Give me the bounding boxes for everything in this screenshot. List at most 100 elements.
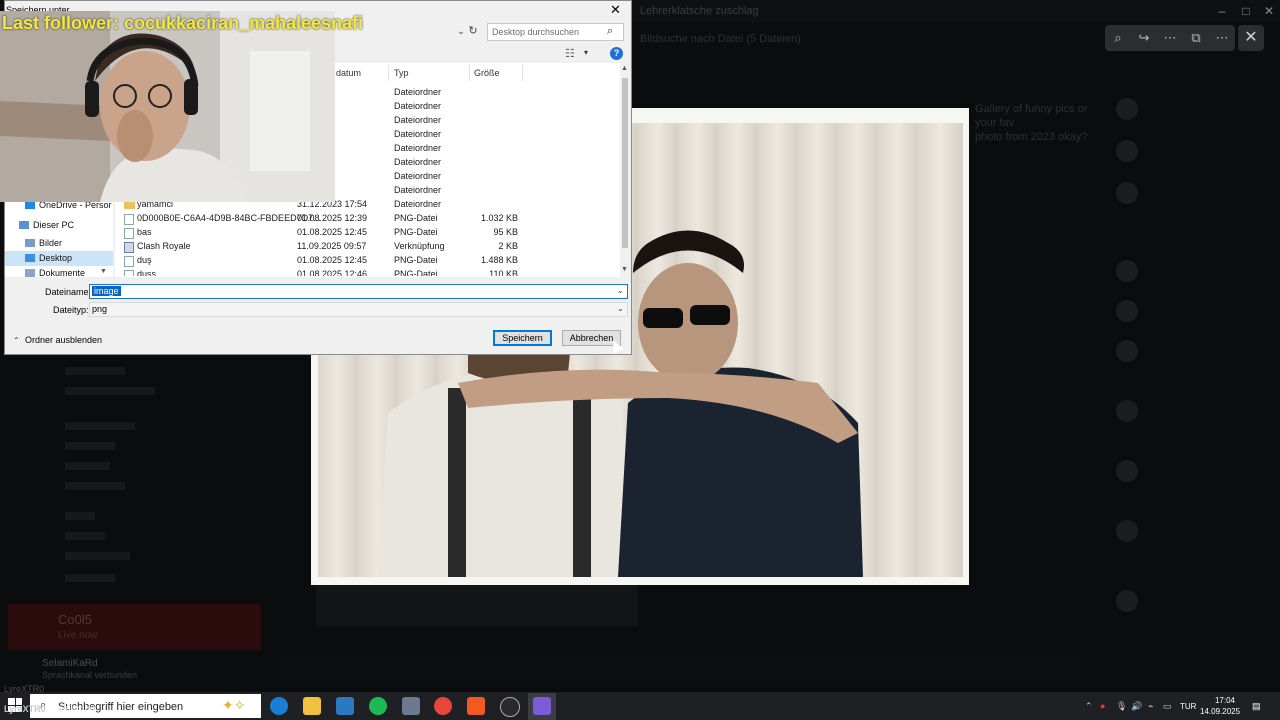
file-size: 95 KB <box>493 227 518 237</box>
background-chat-text: Gallery of funny pics or your fav photo … <box>975 102 1095 144</box>
overlay-greeting: selamlar <box>58 704 96 715</box>
obs-icon[interactable] <box>500 697 520 717</box>
column-header-type[interactable]: Typ <box>394 68 409 78</box>
overlay-username: LyreXTR0 <box>4 684 45 694</box>
nav-item-label: Desktop <box>39 253 73 263</box>
search-placeholder: Desktop durchsuchen <box>492 27 580 37</box>
filename-input[interactable] <box>89 284 628 299</box>
nav-item-pc[interactable]: Dieser PC <box>5 218 113 233</box>
scrollbar-thumb[interactable] <box>622 78 628 248</box>
nav-item-documents[interactable]: Dokumente <box>5 266 113 277</box>
shortcut-icon <box>124 242 134 253</box>
channel-placeholder <box>65 532 105 540</box>
brave-icon[interactable] <box>467 697 485 715</box>
view-options-icon[interactable]: ☷ <box>565 47 575 60</box>
column-header-date[interactable]: datum <box>336 68 361 78</box>
file-row[interactable]: bas 01.08.2025 12:45 PNG-Datei 95 KB <box>115 226 620 240</box>
file-row[interactable]: Clash Royale 11.09.2025 09:57 Verknüpfung 2… <box>115 240 620 254</box>
microphone-icon[interactable]: 🎙 <box>1116 701 1127 712</box>
network-icon[interactable]: ⌁ <box>1148 701 1153 712</box>
file-type: Dateiordner <box>394 101 442 111</box>
column-divider[interactable] <box>522 65 523 81</box>
desktop-icon <box>25 254 35 262</box>
file-type: Dateiordner <box>394 157 442 167</box>
help-icon[interactable]: ? <box>610 47 623 60</box>
filename-value[interactable]: image <box>92 286 121 296</box>
file-date: 01.08.2025 12:46 <box>297 269 368 276</box>
filetype-value[interactable]: png <box>92 304 107 314</box>
chevron-up-icon[interactable]: ⌃ <box>13 336 20 345</box>
filename-dropdown-icon[interactable]: ⌄ <box>617 286 624 295</box>
column-divider[interactable] <box>469 65 470 81</box>
file-row[interactable]: duss 01.08.2025 12:46 PNG-Datei 110 KB <box>115 268 620 276</box>
last-follower-text: Last follower: cocukkaciran_mahaleesnafi <box>2 13 364 33</box>
filetype-select[interactable] <box>89 302 628 317</box>
edge-icon[interactable] <box>270 697 288 715</box>
message-input-bar[interactable] <box>280 656 1080 680</box>
channel-placeholder <box>65 367 125 375</box>
close-viewer-button[interactable]: ✕ <box>1238 25 1264 51</box>
clock-date[interactable]: 14.09.2025 <box>1200 707 1240 716</box>
save-button[interactable]: Speichern <box>493 330 552 346</box>
sparkle-icon[interactable]: ✦✧ <box>222 697 245 714</box>
clock-time[interactable]: 17:04 <box>1205 696 1245 705</box>
filetype-dropdown-icon[interactable]: ⌄ <box>617 304 624 313</box>
column-divider[interactable] <box>388 65 389 81</box>
file-type: Dateiordner <box>394 143 442 153</box>
nav-scroll-down-icon[interactable]: ▼ <box>100 268 107 275</box>
more-horizontal-icon[interactable]: ⋯ <box>1161 30 1179 46</box>
file-type: PNG-Datei <box>394 227 438 237</box>
file-type: Verknüpfung <box>394 241 445 251</box>
background-panel <box>316 584 638 626</box>
file-size: 110 KB <box>489 269 518 276</box>
column-header-size[interactable]: Größe <box>474 68 500 78</box>
minimize-icon[interactable]: – <box>1212 4 1232 18</box>
channel-placeholder <box>65 552 130 560</box>
calculator-icon[interactable] <box>402 697 420 715</box>
input-language[interactable]: TUR <box>1180 702 1196 711</box>
user-status: Sprachkanal verbunden <box>42 670 138 680</box>
file-row[interactable]: 0D000B0E-C6A4-4D9B-84BC-FBDEED7D7... 01.0… <box>115 212 620 226</box>
channel-placeholder <box>65 512 95 520</box>
store-icon[interactable] <box>336 697 354 715</box>
notifications-icon[interactable]: ▤ <box>1252 701 1261 712</box>
stream-subtitle: Live now <box>58 630 98 641</box>
chrome-icon[interactable] <box>434 697 452 715</box>
file-type: Dateiordner <box>394 87 442 97</box>
channel-placeholder <box>65 574 115 582</box>
zoom-icon[interactable]: ⌕ <box>1109 30 1127 46</box>
file-name: 0D000B0E-C6A4-4D9B-84BC-FBDEED7D7... <box>137 213 321 223</box>
spotify-icon[interactable] <box>369 697 387 715</box>
nav-item-desktop[interactable]: Desktop <box>5 251 113 266</box>
member-avatar <box>1116 460 1138 482</box>
discord-icon[interactable] <box>533 697 551 715</box>
file-date: 11.09.2025 09:57 <box>297 241 367 251</box>
maximize-icon[interactable]: □ <box>1236 4 1256 18</box>
stream-tile[interactable] <box>8 604 261 650</box>
chevron-down-icon[interactable]: ▾ <box>584 48 588 57</box>
forward-icon[interactable]: ↪ <box>1135 30 1153 46</box>
dialog-close-icon[interactable]: ✕ <box>610 2 621 18</box>
nav-item-label: Dokumente <box>39 268 86 277</box>
tray-overflow-icon[interactable]: ⌃ <box>1085 701 1093 712</box>
window-close-icon[interactable]: ✕ <box>1259 4 1279 18</box>
open-external-icon[interactable]: ⧉ <box>1187 30 1205 46</box>
battery-icon[interactable]: ▭ <box>1163 701 1172 712</box>
file-row[interactable]: duş 01.08.2025 12:45 PNG-Datei 1.488 KB <box>115 254 620 268</box>
background-chat-line: photo from 2023 okay? <box>975 131 1088 143</box>
file-explorer-icon[interactable] <box>303 697 321 715</box>
search-icon: ⌕ <box>607 25 614 37</box>
volume-icon[interactable]: 🔊 <box>1131 701 1142 712</box>
more-options-icon[interactable]: ⋯ <box>1213 30 1231 46</box>
hide-folders-link[interactable]: Ordner ausblenden <box>25 335 102 345</box>
file-name: duss <box>137 269 157 276</box>
png-file-icon <box>124 214 134 225</box>
scroll-down-icon[interactable]: ▼ <box>621 266 628 273</box>
nav-item-pictures[interactable]: Bilder <box>5 236 113 251</box>
file-size: 1.488 KB <box>480 255 518 265</box>
tray-app-icon[interactable]: ● <box>1100 701 1105 711</box>
nav-item-label: Dieser PC <box>33 220 75 230</box>
file-name: Clash Royale <box>137 241 191 251</box>
refresh-icon[interactable]: ↻ <box>465 24 481 40</box>
scroll-up-icon[interactable]: ▲ <box>621 65 628 72</box>
